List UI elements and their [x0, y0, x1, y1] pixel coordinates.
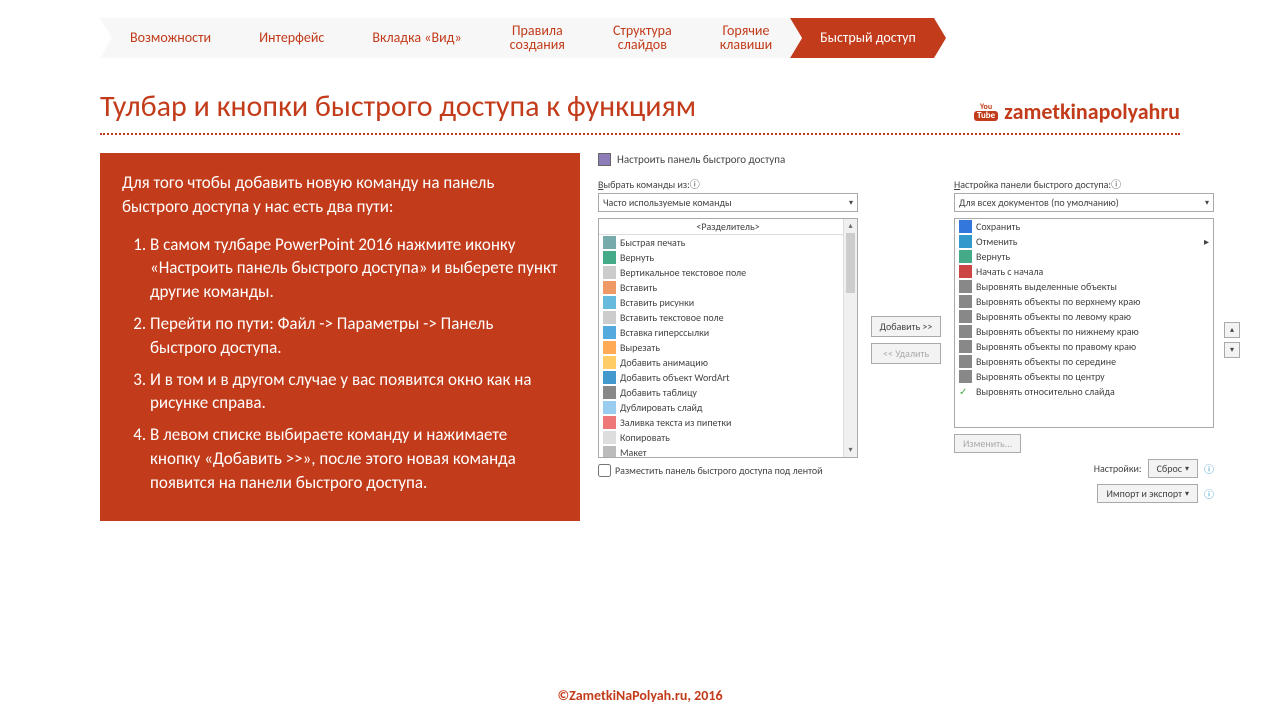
list-item[interactable]: Копировать [599, 430, 857, 445]
intro-text: Для того чтобы добавить новую команду на… [122, 171, 558, 219]
list-item[interactable]: Выровнять объекты по верхнему краю [955, 294, 1213, 309]
settings-label: Настройки: [1094, 462, 1142, 475]
start-icon [959, 265, 972, 278]
list-item[interactable]: Вставить рисунки [599, 295, 857, 310]
right-label: Настройка панели быстрого доступа:ⓘ [954, 176, 1214, 191]
customize-icon [598, 153, 611, 166]
list-item[interactable]: Добавить объект WordArt▸ [599, 370, 857, 385]
scroll-thumb[interactable] [846, 233, 855, 293]
list-item[interactable]: ✓Выровнять относительно слайда [955, 384, 1213, 399]
below-ribbon-checkbox[interactable] [598, 464, 611, 477]
pictures-icon [603, 296, 616, 309]
hyperlink-icon [603, 326, 616, 339]
left-select[interactable]: Часто используемые команды▾ [598, 193, 858, 212]
page-title: Тулбар и кнопки быстрого доступа к функц… [100, 88, 696, 125]
nav-item-3[interactable]: Правила создания [480, 18, 583, 58]
list-item[interactable]: Вертикальное текстовое поле [599, 265, 857, 280]
list-item[interactable]: Вырезать [599, 340, 857, 355]
print-icon [603, 236, 616, 249]
import-export-button[interactable]: Импорт и экспорт ▾ [1097, 484, 1198, 503]
list-item[interactable]: Сохранить [955, 219, 1213, 234]
list-item[interactable]: Заливка текста из пипетки [599, 415, 857, 430]
align-middle-icon [959, 355, 972, 368]
copy-icon [603, 431, 616, 444]
nav-item-2[interactable]: Вкладка «Вид» [342, 18, 479, 58]
list-item[interactable]: Макет▸ [599, 445, 857, 458]
left-label: Выбрать команды из:ⓘ [598, 176, 858, 191]
dialog-title: Настроить панель быстрого доступа [617, 153, 785, 166]
align-left-icon [959, 310, 972, 323]
available-commands-list[interactable]: <Разделитель> Быстрая печать Вернуть Вер… [598, 218, 858, 458]
nav-item-4[interactable]: Структура слайдов [583, 18, 690, 58]
footer: ©ZametkiNaPolyah.ru, 2016 [0, 687, 1280, 704]
breadcrumb-nav: Возможности Интерфейс Вкладка «Вид» Прав… [0, 0, 1280, 58]
align-right-icon [959, 340, 972, 353]
table-icon [603, 386, 616, 399]
move-down-button[interactable]: ▾ [1224, 342, 1240, 358]
cut-icon [603, 341, 616, 354]
list-item[interactable]: <Разделитель> [599, 219, 857, 235]
redo-icon [603, 251, 616, 264]
list-item[interactable]: Дублировать слайд [599, 400, 857, 415]
list-item[interactable]: Выровнять объекты по середине [955, 354, 1213, 369]
youtube-channel[interactable]: You Tube zametkinapolyahru [974, 98, 1180, 125]
list-item[interactable]: Добавить таблицу [599, 385, 857, 400]
instruction-box: Для того чтобы добавить новую команду на… [100, 153, 580, 521]
paste-icon [603, 281, 616, 294]
list-item[interactable]: Вставка гиперссылки [599, 325, 857, 340]
check-icon: ✓ [959, 385, 972, 398]
eyedropper-icon [603, 416, 616, 429]
nav-item-6[interactable]: Быстрый доступ [790, 18, 934, 58]
list-item[interactable]: Быстрая печать [599, 235, 857, 250]
chevron-down-icon: ▾ [1205, 198, 1209, 208]
chevron-down-icon: ▾ [849, 198, 853, 208]
reset-button[interactable]: Сброс ▾ [1148, 459, 1198, 478]
youtube-icon: You Tube [974, 103, 998, 121]
step-1: В самом тулбаре PowerPoint 2016 нажмите … [150, 233, 558, 304]
list-item[interactable]: Вставить [599, 280, 857, 295]
list-item[interactable]: Начать с начала [955, 264, 1213, 279]
duplicate-icon [603, 401, 616, 414]
scroll-down-icon[interactable]: ▾ [844, 443, 857, 457]
modify-button[interactable]: Изменить... [954, 434, 1021, 453]
redo-icon [959, 250, 972, 263]
add-button[interactable]: Добавить >> [871, 316, 941, 337]
step-3: И в том и в другом случае у вас появится… [150, 368, 558, 416]
move-up-button[interactable]: ▴ [1224, 322, 1240, 338]
save-icon [959, 220, 972, 233]
right-select[interactable]: Для всех документов (по умолчанию)▾ [954, 193, 1214, 212]
scrollbar[interactable]: ▴ ▾ [843, 219, 857, 457]
align-top-icon [959, 295, 972, 308]
align-icon [959, 280, 972, 293]
current-commands-list[interactable]: Сохранить Отменить▸ Вернуть Начать с нач… [954, 218, 1214, 428]
align-center-icon [959, 370, 972, 383]
options-dialog: Настроить панель быстрого доступа Выбрат… [598, 153, 1240, 521]
list-item[interactable]: Вставить текстовое поле [599, 310, 857, 325]
below-ribbon-label: Разместить панель быстрого доступа под л… [615, 464, 823, 477]
list-item[interactable]: Выровнять выделенные объекты [955, 279, 1213, 294]
remove-button[interactable]: << Удалить [871, 343, 941, 364]
animation-icon [603, 356, 616, 369]
vtextbox-icon [603, 266, 616, 279]
undo-icon [959, 235, 972, 248]
step-2: Перейти по пути: Файл -> Параметры -> Па… [150, 312, 558, 360]
step-4: В левом списке выбираете команду и нажим… [150, 423, 558, 494]
list-item[interactable]: Вернуть [955, 249, 1213, 264]
nav-item-5[interactable]: Горячие клавиши [690, 18, 790, 58]
scroll-up-icon[interactable]: ▴ [844, 219, 857, 233]
layout-icon [603, 446, 616, 458]
list-item[interactable]: Добавить анимацию▸ [599, 355, 857, 370]
nav-item-1[interactable]: Интерфейс [229, 18, 342, 58]
align-bottom-icon [959, 325, 972, 338]
list-item[interactable]: Выровнять объекты по центру [955, 369, 1213, 384]
list-item[interactable]: Выровнять объекты по правому краю [955, 339, 1213, 354]
wordart-icon [603, 371, 616, 384]
list-item[interactable]: Вернуть [599, 250, 857, 265]
list-item[interactable]: Выровнять объекты по нижнему краю [955, 324, 1213, 339]
list-item[interactable]: Отменить▸ [955, 234, 1213, 249]
nav-item-0[interactable]: Возможности [100, 18, 229, 58]
list-item[interactable]: Выровнять объекты по левому краю [955, 309, 1213, 324]
textbox-icon [603, 311, 616, 324]
channel-name: zametkinapolyahru [1004, 98, 1180, 125]
